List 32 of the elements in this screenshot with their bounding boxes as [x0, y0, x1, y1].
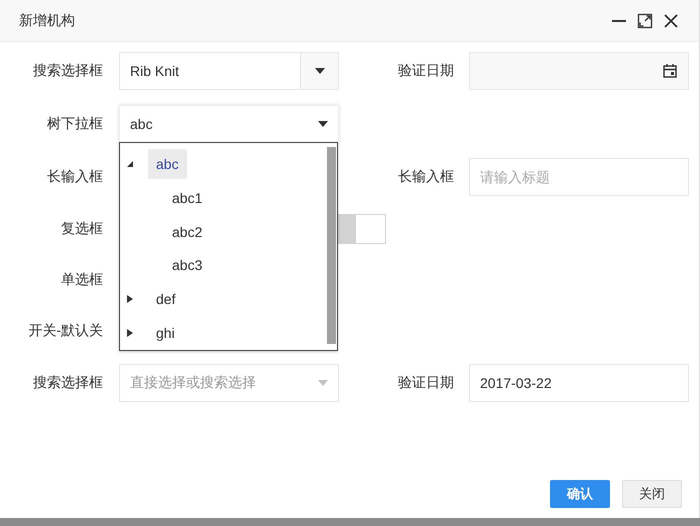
- tree-item[interactable]: abc1: [164, 182, 210, 213]
- field-label: 树下拉框: [46, 115, 103, 133]
- tree-item[interactable]: abc3: [164, 250, 210, 280]
- caret-icon: [318, 380, 328, 386]
- tree-item[interactable]: def: [148, 284, 184, 314]
- field-label: 单选框: [60, 271, 103, 289]
- tree-item[interactable]: ghi: [148, 318, 183, 348]
- select-field[interactable]: Rib Knit: [119, 52, 339, 90]
- close-button[interactable]: 关闭: [622, 480, 682, 508]
- scrollbar[interactable]: [327, 147, 336, 344]
- field-label: 长输入框: [397, 168, 454, 186]
- field-label: 搜索选择框: [32, 62, 103, 80]
- close-icon[interactable]: [663, 12, 679, 28]
- field-label: 长输入框: [46, 168, 103, 186]
- dialog-title: 新增机构: [19, 12, 75, 30]
- field-label: 开关-默认关: [27, 322, 103, 340]
- input-field[interactable]: 请输入标题: [469, 158, 689, 196]
- maximize-icon[interactable]: [637, 12, 653, 28]
- tree-item[interactable]: abc: [148, 148, 187, 179]
- field-label: 复选框: [60, 220, 103, 238]
- expand-arrow-icon[interactable]: [126, 295, 134, 304]
- expand-arrow-icon[interactable]: [126, 329, 134, 338]
- tree-item[interactable]: abc2: [164, 216, 210, 247]
- date-field[interactable]: 2017-03-22: [469, 364, 689, 402]
- caret-icon: [314, 68, 324, 74]
- field-label: 验证日期: [397, 374, 454, 392]
- field-label: 搜索选择框: [32, 374, 103, 392]
- select-field[interactable]: abc: [119, 105, 339, 143]
- collapse-arrow-icon[interactable]: [126, 160, 134, 168]
- field-label: 验证日期: [397, 62, 454, 80]
- dropdown-button[interactable]: [300, 53, 338, 89]
- caret-icon: [318, 121, 328, 127]
